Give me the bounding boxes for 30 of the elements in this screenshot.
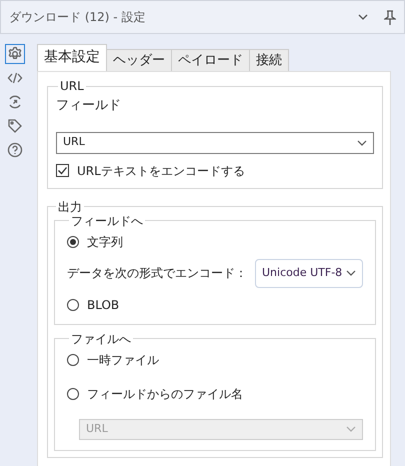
tab[interactable]: ペイロード <box>171 48 250 71</box>
group-legend: URL <box>58 80 86 92</box>
tab[interactable]: ヘッダー <box>106 48 172 71</box>
radio-button[interactable] <box>67 298 79 310</box>
radio-button[interactable] <box>67 236 79 248</box>
radio-label[interactable]: フィールドからのファイル名 <box>87 384 243 402</box>
gear-icon[interactable] <box>5 44 25 64</box>
checkbox-label[interactable]: URLテキストをエンコードする <box>77 162 245 180</box>
radio-label[interactable]: BLOB <box>87 296 120 314</box>
chevron-icon[interactable] <box>358 14 368 20</box>
dropdown[interactable]: Unicode UTF-8 <box>255 258 363 288</box>
radio-label[interactable]: 一時ファイル <box>87 350 159 368</box>
group-legend: ファイルへ <box>69 332 133 344</box>
tab[interactable]: 接続 <box>249 48 289 71</box>
radio-label[interactable]: 文字列 <box>87 232 123 250</box>
radio-button[interactable] <box>67 388 79 400</box>
group-legend: フィールドへ <box>69 214 145 226</box>
chevron-icon <box>346 426 356 432</box>
field-label: フィールド <box>56 97 122 115</box>
window-title: ダウンロード (12) - 設定 <box>9 9 146 26</box>
dropdown[interactable]: URL <box>56 132 374 154</box>
chevron-icon <box>357 140 367 146</box>
pin-icon[interactable] <box>384 10 396 24</box>
field-label: データを次の形式でエンコード： <box>67 265 247 282</box>
help-icon[interactable] <box>5 140 25 160</box>
group-legend: 出力 <box>56 200 84 212</box>
radio-button[interactable] <box>67 354 79 366</box>
tab[interactable]: 基本設定 <box>37 44 107 71</box>
checkbox[interactable] <box>56 164 69 177</box>
chevron-icon <box>346 270 356 276</box>
